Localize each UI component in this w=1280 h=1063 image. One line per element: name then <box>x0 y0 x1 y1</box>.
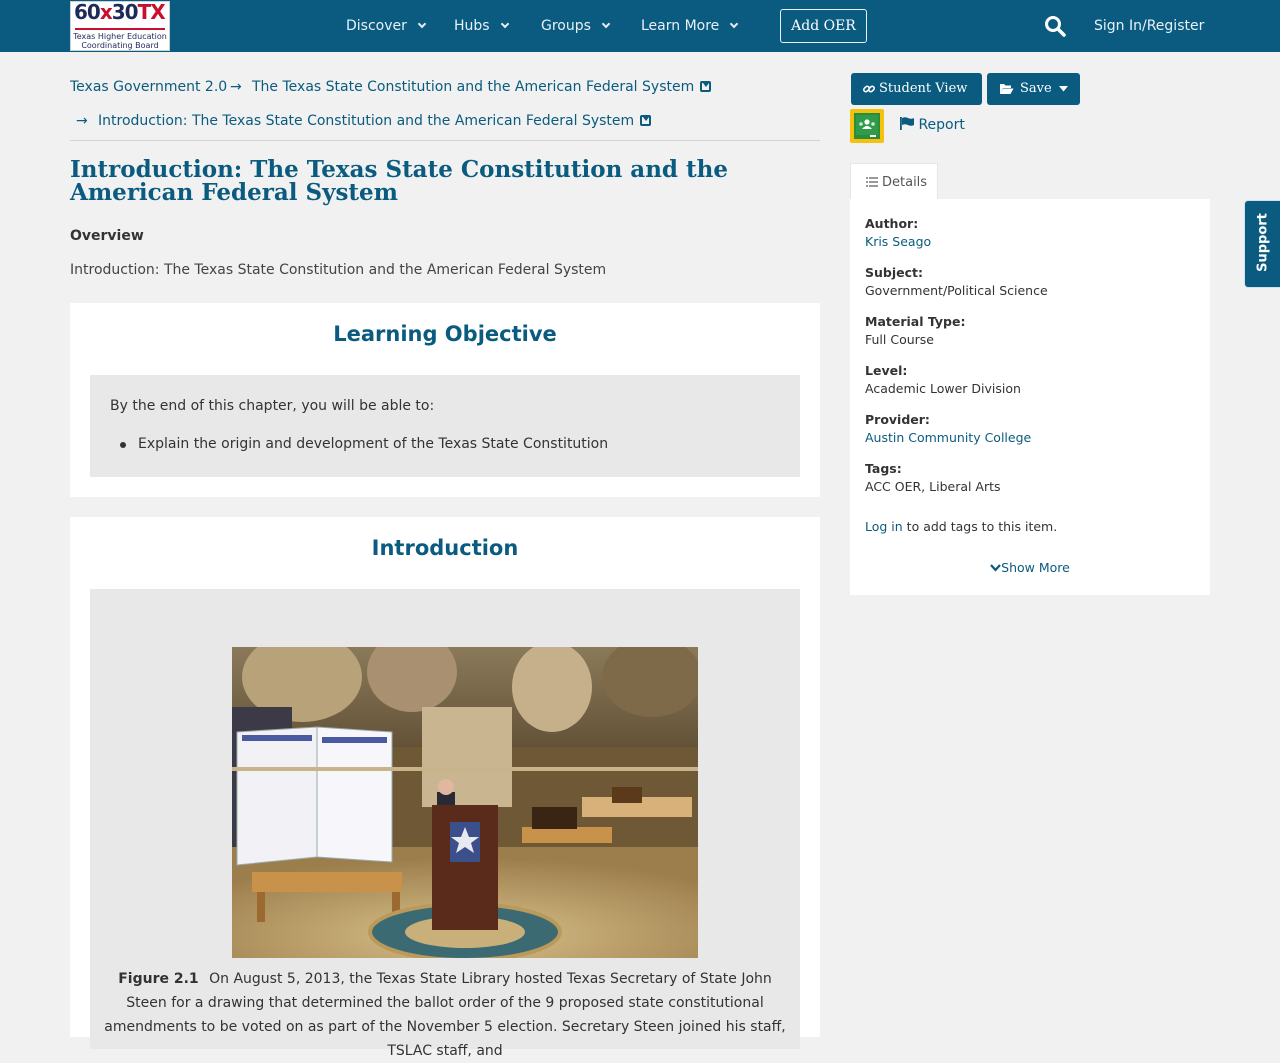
level-value: Academic Lower Division <box>865 381 1021 396</box>
introduction-card: Introduction Figure 2.1 On August 5, 201… <box>70 517 820 1059</box>
search-icon[interactable] <box>1044 15 1066 37</box>
nav-learn-more[interactable]: Learn More <box>641 0 739 52</box>
report-link[interactable]: Report <box>900 116 965 133</box>
learning-objective-card: Learning Objective By the end of this ch… <box>70 303 820 497</box>
add-oer-button[interactable]: Add OER <box>780 9 867 43</box>
author-link[interactable]: Kris Seago <box>865 234 931 249</box>
google-classroom-icon[interactable] <box>850 109 884 143</box>
subject-value: Government/Political Science <box>865 283 1048 298</box>
student-view-label: Student View <box>879 81 968 96</box>
figure-photo <box>232 647 698 958</box>
link-icon <box>863 85 875 93</box>
figure-label: Figure 2.1 <box>118 971 199 987</box>
learning-objective-title: Learning Objective <box>333 322 557 346</box>
tags-value: ACC OER, Liberal Arts <box>865 479 1001 494</box>
details-panel: Author: Kris Seago Subject: Government/P… <box>850 199 1210 595</box>
author-label: Author: <box>865 216 919 231</box>
logo-rule <box>75 28 165 30</box>
material-type-value: Full Course <box>865 332 934 347</box>
nav-groups[interactable]: Groups <box>541 0 611 52</box>
login-link[interactable]: Log in <box>865 519 903 534</box>
login-to-tag: Log in to add tags to this item. <box>865 519 1057 534</box>
dropdown-toggle-icon[interactable] <box>640 115 652 126</box>
tags-label: Tags: <box>865 461 902 476</box>
chevron-down-icon <box>730 19 739 29</box>
breadcrumb-separator: → <box>76 113 88 129</box>
breadcrumb-current-label: Introduction: The Texas State Constituti… <box>98 113 635 129</box>
nav-learn-more-label: Learn More <box>641 18 720 34</box>
nav-discover[interactable]: Discover <box>346 0 427 52</box>
save-label: Save <box>1020 81 1052 96</box>
provider-link[interactable]: Austin Community College <box>865 430 1031 445</box>
tab-details[interactable]: Details <box>850 163 938 200</box>
nav-discover-label: Discover <box>346 18 407 34</box>
top-navbar: 60x30TX Texas Higher Education Coordinat… <box>0 0 1280 52</box>
figure-caption: Figure 2.1 On August 5, 2013, the Texas … <box>90 967 800 1063</box>
breadcrumb-unit-label: The Texas State Constitution and the Ame… <box>252 79 695 95</box>
chevron-down-icon <box>990 564 1001 572</box>
overview-heading: Overview <box>70 228 144 244</box>
logo-wordmark: 60x30TX <box>74 0 166 24</box>
caret-down-icon <box>1059 86 1068 92</box>
breadcrumb-item-current[interactable]: Introduction: The Texas State Constituti… <box>98 113 652 129</box>
show-more-link[interactable]: Show More <box>850 560 1210 575</box>
site-logo[interactable]: 60x30TX Texas Higher Education Coordinat… <box>70 0 170 51</box>
support-label: Support <box>1255 213 1271 272</box>
nav-groups-label: Groups <box>541 18 591 34</box>
breadcrumb-separator: → <box>230 79 242 95</box>
page-title: Introduction: The Texas State Constituti… <box>70 156 729 206</box>
report-label: Report <box>918 117 965 133</box>
show-more-label: Show More <box>1001 560 1070 575</box>
student-view-button[interactable]: Student View <box>851 73 982 105</box>
breadcrumb-divider <box>70 140 820 141</box>
bullet-icon <box>120 442 126 448</box>
level-label: Level: <box>865 363 908 378</box>
subject-label: Subject: <box>865 265 923 280</box>
chevron-down-icon <box>601 19 611 29</box>
breadcrumb-item-course[interactable]: Texas Government 2.0 <box>70 79 227 95</box>
nav-hubs[interactable]: Hubs <box>454 0 509 52</box>
logo-subtitle-1: Texas Higher Education <box>73 32 167 41</box>
provider-label: Provider: <box>865 412 930 427</box>
support-tab[interactable]: Support <box>1244 200 1280 288</box>
logo-subtitle-2: Coordinating Board <box>81 41 159 50</box>
save-button[interactable]: Save <box>987 73 1080 105</box>
folder-open-icon <box>1000 84 1014 94</box>
figure-box: Figure 2.1 On August 5, 2013, the Texas … <box>90 589 800 1059</box>
list-icon <box>866 177 878 187</box>
chevron-down-icon <box>500 19 509 29</box>
google-classroom-graphic <box>854 113 880 139</box>
figure-photo-illustration <box>232 647 698 958</box>
nav-hubs-label: Hubs <box>454 18 490 34</box>
learning-objective-box: By the end of this chapter, you will be … <box>90 375 800 477</box>
introduction-title: Introduction <box>371 536 519 560</box>
login-to-tag-text: to add tags to this item. <box>902 519 1058 534</box>
dropdown-toggle-icon[interactable] <box>700 81 712 92</box>
learning-objective-intro: By the end of this chapter, you will be … <box>110 398 435 414</box>
breadcrumb-item-unit[interactable]: The Texas State Constitution and the Ame… <box>252 79 712 95</box>
material-type-label: Material Type: <box>865 314 966 329</box>
figure-caption-text: On August 5, 2013, the Texas State Libra… <box>104 971 786 1059</box>
tab-details-label: Details <box>882 175 928 190</box>
sign-in-register-link[interactable]: Sign In/Register <box>1094 0 1204 52</box>
overview-text: Introduction: The Texas State Constituti… <box>70 262 607 278</box>
chevron-down-icon <box>417 19 427 29</box>
flag-icon <box>900 117 914 130</box>
learning-objective-item: Explain the origin and development of th… <box>138 436 609 452</box>
